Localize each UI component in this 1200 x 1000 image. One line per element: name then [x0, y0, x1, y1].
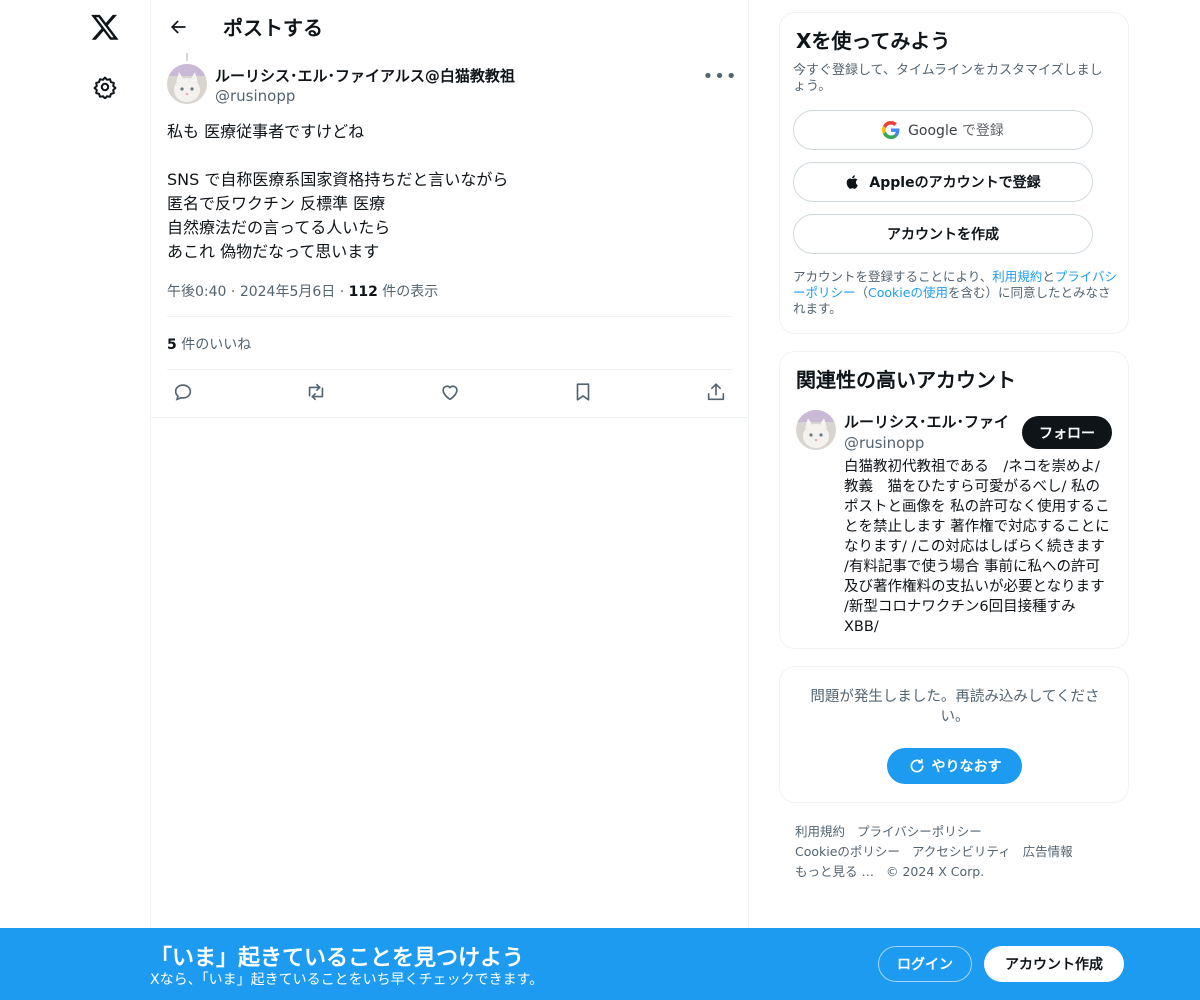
legal-notice: アカウントを登録することにより、利用規約とプライバシーポリシー（Cookieの使… — [793, 269, 1118, 316]
apple-signup-label: Appleのアカウントで登録 — [869, 175, 1041, 191]
retry-label: やりなおす — [931, 759, 1002, 775]
likes-count: 5 — [167, 337, 177, 353]
back-arrow-icon[interactable] — [167, 16, 189, 38]
signup-button[interactable]: アカウント作成 — [984, 946, 1124, 982]
google-icon — [882, 121, 900, 139]
author-handle[interactable]: @rusinopp — [215, 87, 295, 105]
likes-label: 件のいいね — [176, 337, 252, 353]
signup-banner: 「いま」起きていることを見つけよう Xなら、「いま」起きていることをいち早くチェ… — [0, 928, 1200, 1000]
views-label: 件の表示 — [377, 284, 439, 300]
divider — [167, 316, 732, 317]
more-options-icon[interactable]: ••• — [703, 66, 737, 87]
create-account-button[interactable]: アカウントを作成 — [793, 214, 1093, 254]
post-meta: 午後0:40 · 2024年5月6日 · 112 件の表示 — [167, 281, 438, 301]
reply-icon[interactable] — [171, 380, 195, 404]
related-accounts-card: 関連性の高いアカウント ルーリシス･エル･ファイ @rusinopp フォロー … — [779, 351, 1129, 649]
cookie-link[interactable]: Cookieの使用 — [868, 285, 948, 300]
apple-icon — [847, 175, 859, 189]
create-account-label: アカウントを作成 — [887, 227, 999, 243]
footer-links: 利用規約 プライバシーポリシー Cookieのポリシー アクセシビリティ 広告情報 も… — [795, 822, 1115, 882]
follow-button[interactable]: フォロー — [1022, 416, 1112, 449]
gear-icon[interactable] — [93, 75, 117, 100]
copyright: © 2024 X Corp. — [885, 864, 985, 879]
banner-subtitle: Xなら、「いま」起きていることをいち早くチェックできます。 — [150, 972, 544, 988]
x-logo-icon[interactable] — [90, 12, 120, 42]
footer-link-accessibility[interactable]: アクセシビリティ — [912, 844, 1011, 859]
terms-link[interactable]: 利用規約 — [992, 269, 1042, 284]
avatar[interactable] — [796, 410, 836, 450]
views-count: 112 — [348, 284, 378, 300]
repost-icon[interactable] — [304, 380, 328, 404]
post-column: ポストする ルーリシス･エル･ファイアルス@白猫教教祖 @rusinopp ••… — [150, 0, 749, 1000]
related-account-name[interactable]: ルーリシス･エル･ファイ — [844, 411, 1014, 432]
bookmark-icon[interactable] — [571, 380, 595, 404]
related-account-handle[interactable]: @rusinopp — [844, 434, 924, 452]
divider — [167, 369, 732, 370]
like-icon[interactable] — [438, 380, 462, 404]
meta-separator: · — [339, 284, 349, 300]
footer-link-cookie[interactable]: Cookieのポリシー — [795, 844, 900, 859]
share-icon[interactable] — [704, 380, 728, 404]
refresh-icon — [910, 758, 923, 773]
avatar[interactable] — [167, 64, 207, 104]
divider — [151, 417, 748, 418]
post-actions — [167, 380, 732, 406]
post-text: 私も 医療従事者ですけどね SNS で自称医療系国家資格持ちだと言いながら 匿名… — [167, 122, 509, 261]
left-nav — [0, 0, 150, 1000]
page-title: ポストする — [223, 16, 323, 40]
signup-card-subtitle: 今すぐ登録して、タイムラインをカスタマイズしましょう。 — [793, 63, 1103, 94]
login-button[interactable]: ログイン — [878, 946, 972, 982]
meta-separator: · — [230, 284, 240, 300]
page-header: ポストする — [151, 0, 748, 53]
post-author: ルーリシス･エル･ファイアルス@白猫教教祖 @rusinopp ••• — [167, 64, 737, 108]
banner-title: 「いま」起きていることを見つけよう — [150, 946, 525, 971]
author-name[interactable]: ルーリシス･エル･ファイアルス@白猫教教祖 — [215, 65, 515, 86]
error-card: 問題が発生しました。再読み込みしてください。 やりなおす — [779, 666, 1129, 803]
footer-link-terms[interactable]: 利用規約 — [795, 824, 845, 839]
related-account-bio: 白猫教初代教祖である /ネコを崇めよ/ 教義 猫をひたすら可愛がるべし/ 私のポ… — [844, 459, 1110, 635]
retry-button[interactable]: やりなおす — [887, 748, 1022, 784]
signup-card-title: Xを使ってみよう — [796, 29, 951, 53]
footer-link-ads[interactable]: 広告情報 — [1023, 844, 1073, 859]
google-signup-label: Google で登録 — [908, 123, 1004, 139]
apple-signup-button[interactable]: Appleのアカウントで登録 — [793, 162, 1093, 202]
related-title: 関連性の高いアカウント — [796, 368, 1016, 392]
google-signup-button[interactable]: Google で登録 — [793, 110, 1093, 150]
likes-stat[interactable]: 5 件のいいね — [167, 334, 251, 354]
post-time[interactable]: 午後0:40 — [167, 284, 226, 300]
signup-card: Xを使ってみよう 今すぐ登録して、タイムラインをカスタマイズしましょう。 Goo… — [779, 12, 1129, 334]
thread-line — [186, 53, 188, 61]
error-message: 問題が発生しました。再読み込みしてください。 — [810, 689, 1100, 725]
footer-link-privacy[interactable]: プライバシーポリシー — [857, 824, 982, 839]
footer-link-more[interactable]: もっと見る … — [795, 864, 874, 879]
post-date[interactable]: 2024年5月6日 — [240, 284, 335, 300]
